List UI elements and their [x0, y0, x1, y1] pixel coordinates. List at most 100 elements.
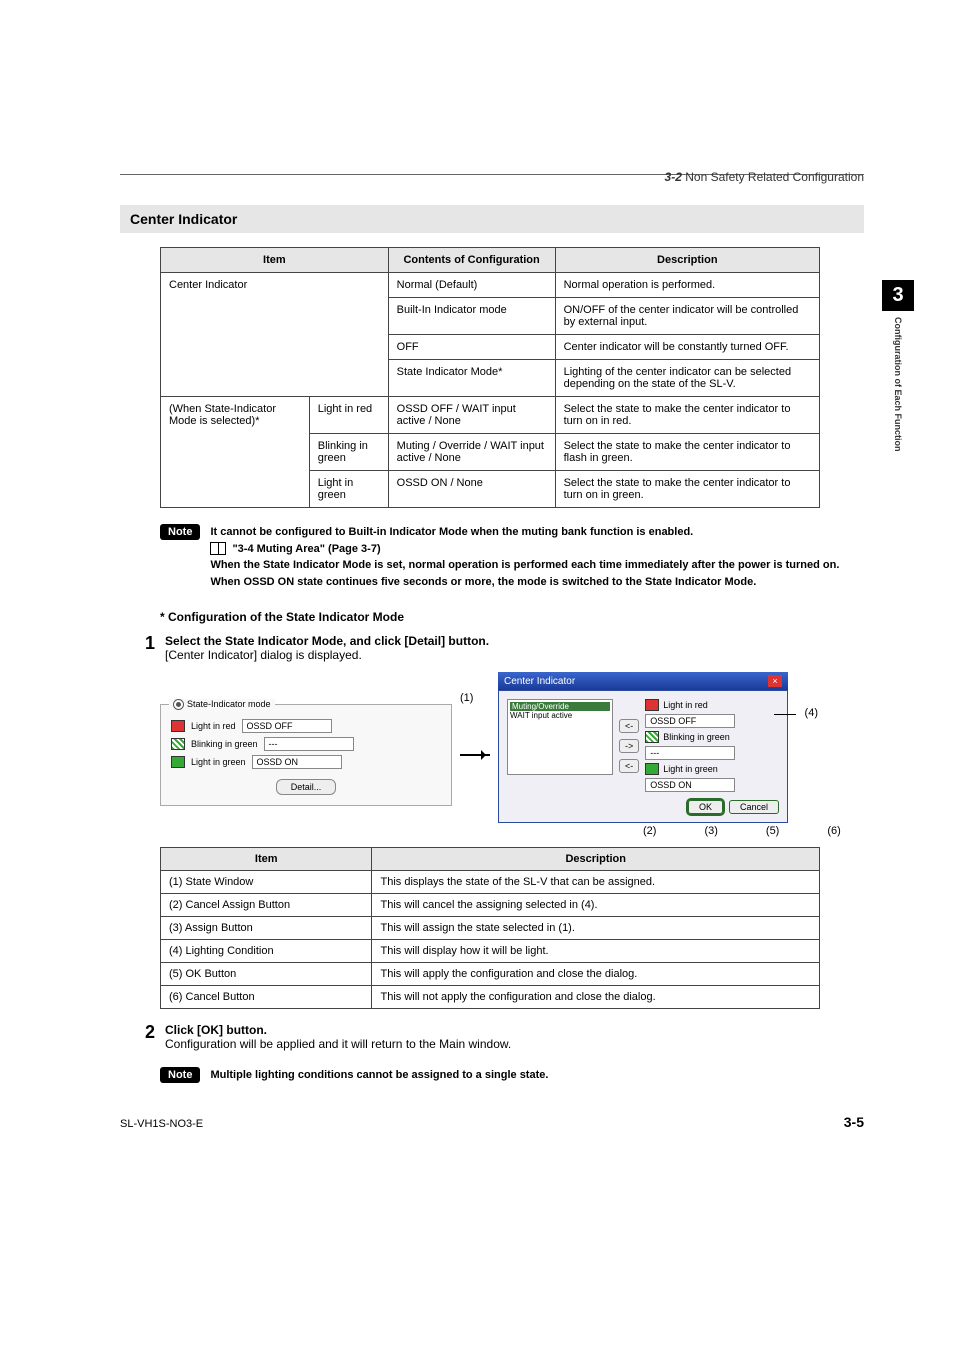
chapter-label: Configuration of Each Function — [893, 317, 903, 452]
state-indicator-panel: State-Indicator mode Light in red OSSD O… — [160, 704, 452, 806]
assign-button[interactable]: -> — [619, 739, 639, 753]
doc-id: SL-VH1S-NO3-E — [120, 1118, 203, 1130]
cell-conf: OSSD OFF / WAIT input active / None — [388, 397, 555, 434]
row-value-field[interactable]: --- — [264, 737, 354, 751]
chapter-tab: 3 Configuration of Each Function — [882, 280, 914, 452]
cell-desc: Select the state to make the center indi… — [555, 397, 819, 434]
cancel-assign-button-2[interactable]: <- — [619, 759, 639, 773]
note-tag: Note — [160, 1067, 200, 1083]
cancel-assign-button[interactable]: <- — [619, 719, 639, 733]
callout-6: (6) — [827, 825, 840, 837]
note-line1: It cannot be configured to Built-in Indi… — [210, 524, 864, 541]
table-row: (6) Cancel ButtonThis will not apply the… — [161, 986, 820, 1009]
item-desc-table: Item Description (1) State WindowThis di… — [160, 847, 820, 1009]
table-row: (When State-Indicator Mode is selected)*… — [161, 397, 820, 434]
table-row: (5) OK ButtonThis will apply the configu… — [161, 963, 820, 986]
cell-desc: Select the state to make the center indi… — [555, 471, 819, 508]
cell: (1) State Window — [161, 871, 372, 894]
cell: This displays the state of the SL-V that… — [372, 871, 820, 894]
dialog-title: Center Indicator — [504, 676, 575, 687]
step-number: 2 — [145, 1023, 155, 1041]
step-title: Click [OK] button. — [165, 1023, 511, 1037]
page-number: 3-5 — [844, 1114, 864, 1130]
cond-value[interactable]: --- — [645, 746, 735, 760]
cell-item: Center Indicator — [161, 273, 389, 397]
section-heading: Center Indicator — [120, 205, 864, 233]
note-text: Multiple lighting conditions cannot be a… — [210, 1067, 548, 1084]
cancel-button[interactable]: Cancel — [729, 800, 779, 814]
cell-desc: Lighting of the center indicator can be … — [555, 360, 819, 397]
color-swatch-red — [645, 699, 659, 711]
cell: This will assign the state selected in (… — [372, 917, 820, 940]
cond-value[interactable]: OSSD ON — [645, 778, 735, 792]
cell-conf: OFF — [388, 335, 555, 360]
table-row: (2) Cancel Assign ButtonThis will cancel… — [161, 894, 820, 917]
row-value-field[interactable]: OSSD OFF — [242, 719, 332, 733]
cell-desc: Normal operation is performed. — [555, 273, 819, 298]
cond-label: Light in green — [663, 764, 718, 774]
th-desc: Description — [372, 848, 820, 871]
step-title: Select the State Indicator Mode, and cli… — [165, 634, 489, 648]
th-item: Item — [161, 248, 389, 273]
cell: (2) Cancel Assign Button — [161, 894, 372, 917]
row-label: Blinking in green — [191, 739, 258, 749]
arrow-right-icon — [460, 754, 490, 756]
cell-desc: ON/OFF of the center indicator will be c… — [555, 298, 819, 335]
leader-line — [774, 714, 796, 715]
cell: This will not apply the configuration an… — [372, 986, 820, 1009]
note-ref: "3-4 Muting Area" (Page 3-7) — [232, 541, 380, 558]
cell-conf: State Indicator Mode* — [388, 360, 555, 397]
cell: (6) Cancel Button — [161, 986, 372, 1009]
cell: (4) Lighting Condition — [161, 940, 372, 963]
note-tag: Note — [160, 524, 200, 540]
table-row: (3) Assign ButtonThis will assign the st… — [161, 917, 820, 940]
radio-icon[interactable] — [173, 699, 184, 710]
figure-area: State-Indicator mode Light in red OSSD O… — [160, 672, 864, 837]
chapter-number: 3 — [882, 280, 914, 311]
table-row: (1) State WindowThis displays the state … — [161, 871, 820, 894]
row-value-field[interactable]: OSSD ON — [252, 755, 342, 769]
page-header: 3-2 Non Safety Related Configuration — [665, 170, 864, 184]
th-contents: Contents of Configuration — [388, 248, 555, 273]
state-window-list[interactable]: Muting/Override WAIT input active — [507, 699, 613, 775]
cell-sub: Light in green — [309, 471, 388, 508]
cell: This will cancel the assigning selected … — [372, 894, 820, 917]
cell-desc: Select the state to make the center indi… — [555, 434, 819, 471]
step-desc: Configuration will be applied and it wil… — [165, 1037, 511, 1051]
header-section-number: 3-2 — [665, 170, 682, 184]
list-item[interactable]: WAIT input active — [510, 711, 610, 720]
cond-label: Light in red — [663, 700, 708, 710]
subheading: * Configuration of the State Indicator M… — [160, 610, 864, 624]
cell-sub: Blinking in green — [309, 434, 388, 471]
callout-4: (4) — [805, 707, 818, 719]
ok-button[interactable]: OK — [688, 800, 723, 814]
header-title: Non Safety Related Configuration — [682, 170, 864, 184]
cond-label: Blinking in green — [663, 732, 730, 742]
row-label: Light in green — [191, 757, 246, 767]
cell-conf: Normal (Default) — [388, 273, 555, 298]
list-item[interactable]: Muting/Override — [510, 702, 610, 711]
cell-sub: Light in red — [309, 397, 388, 434]
callout-5: (5) — [766, 825, 779, 837]
config-table: Item Contents of Configuration Descripti… — [160, 247, 820, 508]
th-description: Description — [555, 248, 819, 273]
callout-1: (1) — [460, 692, 473, 704]
step-desc: [Center Indicator] dialog is displayed. — [165, 648, 489, 662]
note-text: It cannot be configured to Built-in Indi… — [210, 524, 864, 590]
row-label: Light in red — [191, 721, 236, 731]
color-swatch-red — [171, 720, 185, 732]
cell-conf: Built-In Indicator mode — [388, 298, 555, 335]
table-row: (4) Lighting ConditionThis will display … — [161, 940, 820, 963]
color-swatch-green-blink — [171, 738, 185, 750]
cell: (3) Assign Button — [161, 917, 372, 940]
note-line2: When the State Indicator Mode is set, no… — [210, 557, 864, 590]
close-icon[interactable]: × — [768, 675, 782, 687]
th-item: Item — [161, 848, 372, 871]
detail-button[interactable]: Detail... — [276, 779, 337, 795]
book-icon — [210, 542, 226, 555]
color-swatch-green — [171, 756, 185, 768]
cell-conf: OSSD ON / None — [388, 471, 555, 508]
cond-value[interactable]: OSSD OFF — [645, 714, 735, 728]
cell: This will apply the configuration and cl… — [372, 963, 820, 986]
cell: This will display how it will be light. — [372, 940, 820, 963]
